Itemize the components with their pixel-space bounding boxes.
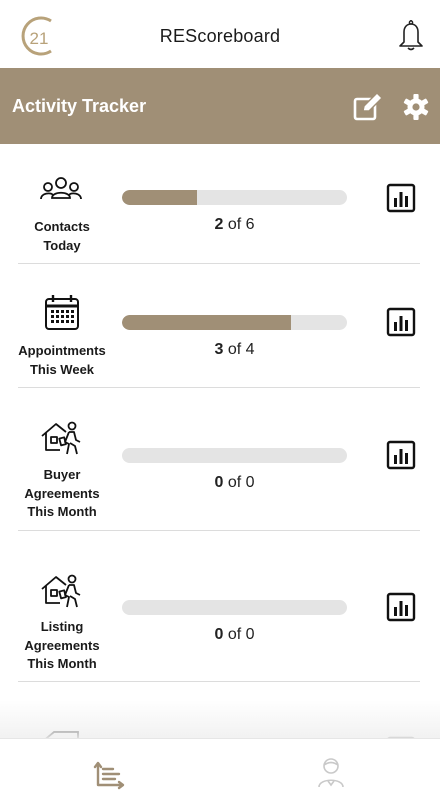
bar-chart-icon[interactable]: [386, 440, 416, 470]
profile-icon[interactable]: [316, 756, 346, 788]
bottom-nav: [0, 738, 440, 800]
edit-icon[interactable]: [352, 92, 384, 122]
bar-chart-icon[interactable]: [386, 592, 416, 622]
progress-bar: [122, 315, 347, 330]
activity-label: Appointments This Week: [18, 343, 106, 377]
activity-count: 0 of 0: [214, 626, 255, 643]
app-title: REScoreboard: [159, 26, 281, 46]
scroll-fade: [0, 700, 440, 740]
people-group-icon: [40, 177, 82, 200]
activity-label: Contacts Today: [34, 219, 90, 253]
bar-chart-icon[interactable]: [386, 183, 416, 213]
calendar-icon: [45, 295, 79, 330]
top-bar: 21 REScoreboard: [0, 0, 440, 68]
activity-row-contacts[interactable]: Contacts Today 2 of 6: [0, 144, 440, 264]
gear-icon[interactable]: [402, 93, 430, 121]
house-person-icon: [41, 421, 81, 455]
page-title: Activity Tracker: [12, 96, 147, 116]
activity-list[interactable]: Contacts Today 2 of 6 Appointments This …: [0, 144, 440, 738]
bar-chart-icon[interactable]: [386, 307, 416, 337]
activity-label: Buyer Agreements This Month: [24, 467, 100, 519]
activity-count: 2 of 6: [214, 216, 255, 233]
progress-fill: [122, 315, 291, 330]
activity-row-appointments[interactable]: Appointments This Week 3 of 4: [0, 264, 440, 388]
progress-bar: [122, 448, 347, 463]
activity-label: Listing Agreements This Month: [24, 619, 100, 671]
bell-icon[interactable]: [396, 18, 426, 52]
activity-count: 3 of 4: [214, 341, 255, 358]
activity-row-buyer-agreements[interactable]: Buyer Agreements This Month 0 of 0: [0, 388, 440, 531]
progress-fill: [122, 190, 197, 205]
progress-bar: [122, 190, 347, 205]
activity-count: 0 of 0: [214, 474, 255, 491]
house-person-icon: [41, 574, 81, 608]
progress-bar: [122, 600, 347, 615]
activity-chart-icon[interactable]: [93, 756, 127, 790]
activity-row-listing-agreements[interactable]: Listing Agreements This Month 0 of 0: [0, 531, 440, 682]
